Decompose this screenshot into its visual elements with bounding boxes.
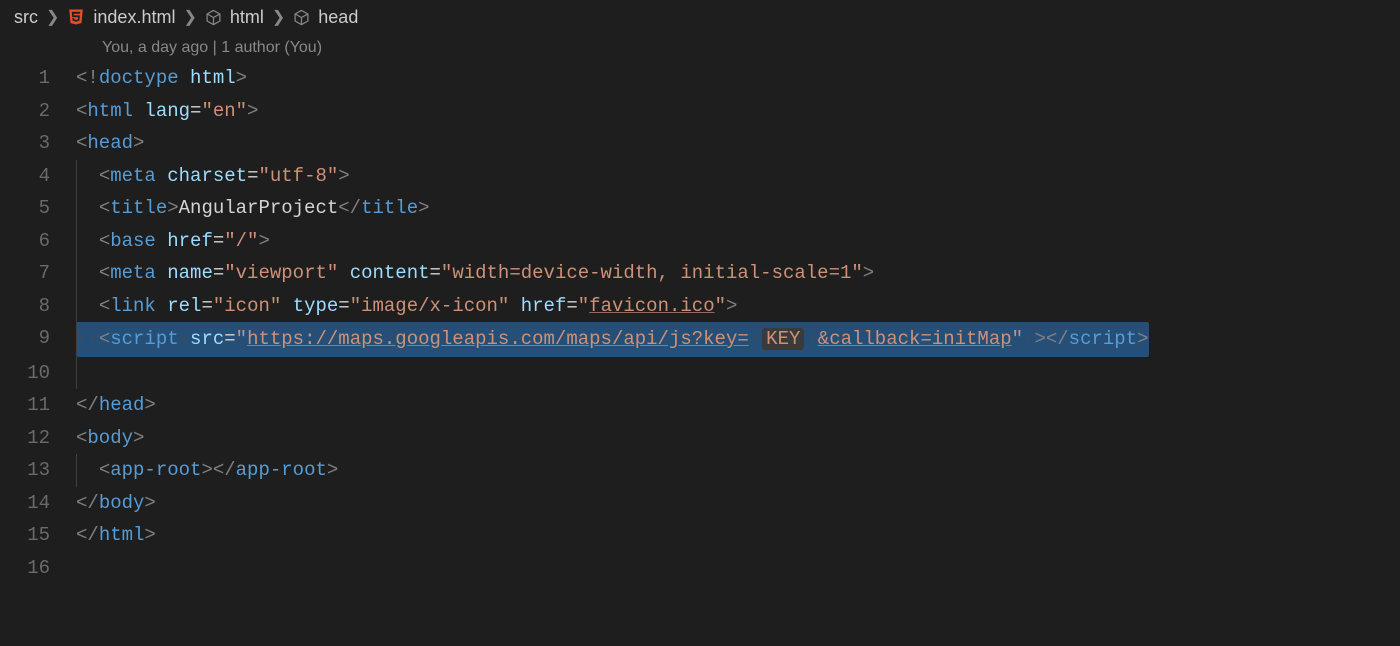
line-number: 16 bbox=[0, 552, 76, 585]
line-number: 2 bbox=[0, 95, 76, 128]
line-number: 6 bbox=[0, 225, 76, 258]
code-line[interactable]: 16 bbox=[0, 552, 1400, 585]
code-line[interactable]: 10 bbox=[0, 357, 1400, 390]
line-number: 4 bbox=[0, 160, 76, 193]
code-editor[interactable]: 1 <!doctype html> 2 <html lang="en"> 3 <… bbox=[0, 62, 1400, 584]
chevron-right-icon: ❯ bbox=[272, 7, 285, 27]
code-line[interactable]: 8 <link rel="icon" type="image/x-icon" h… bbox=[0, 290, 1400, 323]
code-line[interactable]: 6 <base href="/"> bbox=[0, 225, 1400, 258]
code-line[interactable]: 7 <meta name="viewport" content="width=d… bbox=[0, 257, 1400, 290]
html-file-icon bbox=[67, 8, 85, 26]
line-number: 12 bbox=[0, 422, 76, 455]
chevron-right-icon: ❯ bbox=[183, 7, 196, 27]
symbol-icon bbox=[293, 9, 310, 26]
indent-guide bbox=[76, 322, 77, 355]
indent-guide bbox=[76, 454, 77, 487]
indent-guide bbox=[76, 225, 77, 258]
breadcrumb-item-file[interactable]: index.html bbox=[93, 7, 175, 28]
breadcrumb-item-src[interactable]: src bbox=[14, 7, 38, 28]
line-number: 15 bbox=[0, 519, 76, 552]
code-line[interactable]: 2 <html lang="en"> bbox=[0, 95, 1400, 128]
indent-guide bbox=[76, 160, 77, 193]
line-number: 10 bbox=[0, 357, 76, 390]
selection: ··<script·src="https://maps.googleapis.c… bbox=[76, 322, 1149, 357]
chevron-right-icon: ❯ bbox=[46, 7, 59, 27]
code-line[interactable]: 12 <body> bbox=[0, 422, 1400, 455]
symbol-icon bbox=[205, 9, 222, 26]
breadcrumb-item-head[interactable]: head bbox=[318, 7, 358, 28]
line-number: 5 bbox=[0, 192, 76, 225]
code-line[interactable]: 1 <!doctype html> bbox=[0, 62, 1400, 95]
line-number: 14 bbox=[0, 487, 76, 520]
code-line-selected[interactable]: 9 ··<script·src="https://maps.googleapis… bbox=[0, 322, 1400, 357]
indent-guide bbox=[76, 192, 77, 225]
indent-guide bbox=[76, 290, 77, 323]
code-line[interactable]: 13 <app-root></app-root> bbox=[0, 454, 1400, 487]
breadcrumb: src ❯ index.html ❯ html ❯ head bbox=[0, 0, 1400, 34]
line-number: 1 bbox=[0, 62, 76, 95]
line-number: 3 bbox=[0, 127, 76, 160]
breadcrumb-item-html[interactable]: html bbox=[230, 7, 264, 28]
line-number: 11 bbox=[0, 389, 76, 422]
indent-guide bbox=[76, 357, 77, 390]
code-line[interactable]: 11 </head> bbox=[0, 389, 1400, 422]
line-number: 8 bbox=[0, 290, 76, 323]
code-line[interactable]: 14 </body> bbox=[0, 487, 1400, 520]
code-line[interactable]: 5 <title>AngularProject</title> bbox=[0, 192, 1400, 225]
indent-guide bbox=[76, 257, 77, 290]
code-line[interactable]: 15 </html> bbox=[0, 519, 1400, 552]
line-number: 9 bbox=[0, 322, 76, 357]
codelens-authors[interactable]: You, a day ago | 1 author (You) bbox=[0, 34, 1400, 62]
code-line[interactable]: 3 <head> bbox=[0, 127, 1400, 160]
line-number: 13 bbox=[0, 454, 76, 487]
api-key-placeholder: KEY bbox=[762, 328, 804, 350]
code-line[interactable]: 4 <meta charset="utf-8"> bbox=[0, 160, 1400, 193]
line-number: 7 bbox=[0, 257, 76, 290]
